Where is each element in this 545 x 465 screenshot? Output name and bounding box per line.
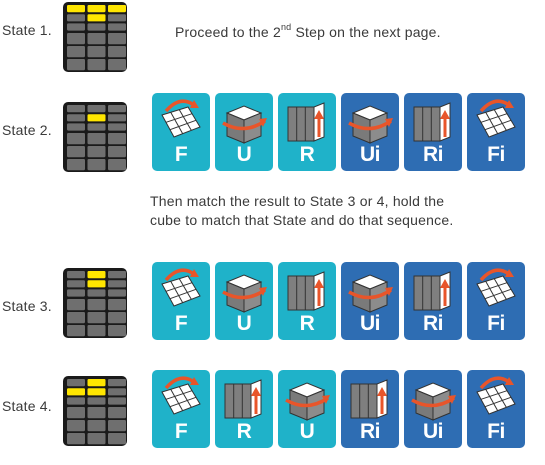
cube-move-front-icon bbox=[476, 268, 516, 307]
cube-move-front-icon bbox=[476, 99, 516, 138]
cube-move-up-icon bbox=[285, 382, 330, 421]
state-2-cube bbox=[63, 102, 127, 172]
state-3-cube bbox=[63, 268, 127, 338]
state-2-sequence: F U R Ui Ri Fi bbox=[152, 93, 525, 171]
step-1-text-before: Proceed to the 2 bbox=[175, 24, 281, 40]
cube-move-up-icon bbox=[222, 105, 267, 144]
move-card-r: R bbox=[278, 93, 336, 171]
move-label: U bbox=[236, 143, 252, 166]
state-3-label: State 3. bbox=[2, 298, 52, 314]
cube-move-up-icon bbox=[348, 274, 393, 313]
move-label: F bbox=[174, 143, 188, 166]
move-label: Fi bbox=[487, 420, 505, 443]
cube-move-right-icon bbox=[413, 102, 451, 142]
move-card-u: U bbox=[278, 370, 336, 448]
move-label: U bbox=[299, 420, 315, 443]
move-card-ri: Ri bbox=[404, 93, 462, 171]
move-label: Ui bbox=[423, 420, 444, 443]
move-card-ui: Ui bbox=[341, 93, 399, 171]
state-1-cube bbox=[63, 2, 127, 72]
cube-move-front-icon bbox=[161, 268, 201, 307]
match-instruction-line-1: Then match the result to State 3 or 4, h… bbox=[150, 193, 445, 209]
move-label: Ri bbox=[423, 312, 444, 335]
cube-move-right-icon bbox=[224, 379, 262, 419]
state-1-label: State 1. bbox=[2, 22, 52, 38]
cube-move-right-icon bbox=[350, 379, 388, 419]
cube-move-front-icon bbox=[476, 376, 516, 415]
match-instruction: Then match the result to State 3 or 4, h… bbox=[150, 192, 453, 230]
move-card-f: F bbox=[152, 370, 210, 448]
move-card-f: F bbox=[152, 262, 210, 340]
move-label: R bbox=[299, 143, 315, 166]
cube-move-right-icon bbox=[287, 102, 325, 142]
move-card-ui: Ui bbox=[404, 370, 462, 448]
state-4-cube bbox=[63, 376, 127, 446]
state-3-sequence: F U R Ui Ri Fi bbox=[152, 262, 525, 340]
move-card-ui: Ui bbox=[341, 262, 399, 340]
move-card-r: R bbox=[215, 370, 273, 448]
cube-move-up-icon bbox=[411, 382, 456, 421]
move-label: R bbox=[299, 312, 315, 335]
state-4-sequence: F R U Ri Ui Fi bbox=[152, 370, 525, 448]
move-card-f: F bbox=[152, 93, 210, 171]
step-1-instruction: Proceed to the 2nd Step on the next page… bbox=[175, 18, 441, 42]
move-label: Fi bbox=[487, 143, 505, 166]
move-label: Ui bbox=[360, 312, 381, 335]
move-card-u: U bbox=[215, 262, 273, 340]
match-instruction-line-2: cube to match that State and do that seq… bbox=[150, 212, 454, 228]
cube-move-right-icon bbox=[413, 271, 451, 311]
cube-move-up-icon bbox=[222, 274, 267, 313]
state-4-label: State 4. bbox=[2, 398, 52, 414]
move-card-fi: Fi bbox=[467, 93, 525, 171]
move-card-fi: Fi bbox=[467, 370, 525, 448]
cube-move-front-icon bbox=[161, 99, 201, 138]
cube-move-up-icon bbox=[348, 105, 393, 144]
move-label: F bbox=[174, 312, 188, 335]
move-card-u: U bbox=[215, 93, 273, 171]
move-label: U bbox=[236, 312, 252, 335]
move-card-r: R bbox=[278, 262, 336, 340]
move-label: Fi bbox=[487, 312, 505, 335]
move-label: R bbox=[236, 420, 252, 443]
step-1-ordinal-suffix: nd bbox=[280, 22, 292, 32]
step-1-text-after: Step on the next page. bbox=[291, 24, 441, 40]
cube-move-right-icon bbox=[287, 271, 325, 311]
move-label: Ui bbox=[360, 143, 381, 166]
state-2-label: State 2. bbox=[2, 122, 52, 138]
move-label: F bbox=[174, 420, 188, 443]
cube-move-front-icon bbox=[161, 376, 201, 415]
move-card-ri: Ri bbox=[341, 370, 399, 448]
move-card-ri: Ri bbox=[404, 262, 462, 340]
move-label: Ri bbox=[360, 420, 381, 443]
move-label: Ri bbox=[423, 143, 444, 166]
move-card-fi: Fi bbox=[467, 262, 525, 340]
